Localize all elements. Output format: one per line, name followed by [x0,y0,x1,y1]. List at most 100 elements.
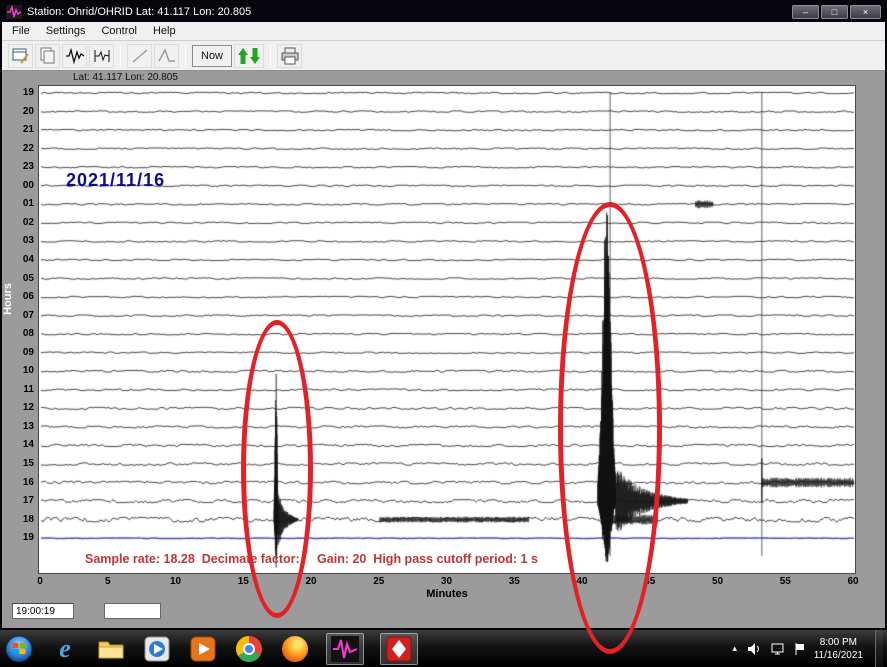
file-explorer-icon[interactable] [96,634,126,664]
waveform-view-button[interactable] [62,44,87,68]
print-icon [280,47,300,65]
minute-label: 55 [771,576,799,587]
clock-time: 8:00 PM [814,636,863,649]
minute-label: 0 [26,576,54,587]
green-up-down-arrows-icon [237,47,261,65]
show-desktop-button[interactable] [875,630,883,667]
hour-label: 08 [23,328,34,339]
minute-label: 35 [500,576,528,587]
copy-page-button[interactable] [35,44,60,68]
orange-player-icon[interactable] [188,634,218,664]
toolbar-separator [185,45,186,67]
hour-label: 18 [23,514,34,525]
minute-label: 30 [433,576,461,587]
close-button[interactable]: × [850,5,881,19]
hour-label: 17 [23,495,34,506]
menu-settings[interactable]: Settings [38,23,94,39]
chrome-icon[interactable] [234,634,264,664]
minimize-button[interactable]: – [792,5,819,19]
minutes-axis-title: Minutes [38,588,856,600]
acquisition-info-label: Sample rate: 18.28 Decimate factor: Gain… [85,552,538,566]
hour-label: 19 [23,532,34,543]
hour-label: 00 [23,180,34,191]
seismograph-app-icon [331,636,359,662]
internet-explorer-icon[interactable]: e [50,634,80,664]
hour-label: 16 [23,477,34,488]
new-station-window-button[interactable] [8,44,33,68]
copy-page-icon [38,46,58,66]
start-button[interactable] [4,634,34,664]
window-title: Station: Ohrid/OHRID Lat: 41.117 Lon: 20… [27,6,787,18]
minute-label: 60 [839,576,867,587]
seismograph-app-button[interactable] [326,633,364,665]
hour-label: 09 [23,347,34,358]
firefox-icon[interactable] [280,634,310,664]
windows-orb-icon [5,635,33,663]
hour-label: 22 [23,143,34,154]
menubar: File Settings Control Help [2,22,885,41]
slope-tool-button[interactable] [127,44,152,68]
app-window: Station: Ohrid/OHRID Lat: 41.117 Lon: 20… [0,0,887,630]
hour-label: 13 [23,421,34,432]
toolbar: Now [2,41,885,71]
station-window-icon [11,46,31,66]
hour-label: 12 [23,402,34,413]
trace-window-icon [92,46,112,66]
now-button[interactable]: Now [192,45,232,67]
hour-label: 10 [23,365,34,376]
hour-label: 21 [23,124,34,135]
action-center-flag-icon[interactable] [793,642,806,656]
waveform-icon [65,46,85,66]
print-button[interactable] [277,44,302,68]
diagonal-line-icon [130,46,150,66]
toolbar-separator [120,45,121,67]
red-diamond-app-icon [386,636,412,662]
clock-date: 11/16/2021 [814,649,863,662]
scroll-up-down-button[interactable] [234,44,264,68]
record-time-field[interactable] [12,603,74,619]
minute-label: 5 [94,576,122,587]
taskbar: e ▲ 8:00 [0,630,887,667]
toolbar-separator [270,45,271,67]
trace-canvas [39,86,857,575]
hour-axis: 1920212223000102030405060708091011121314… [2,85,36,574]
minute-axis: 051015202530354045505560 [38,576,856,588]
media-player-icon[interactable] [142,634,172,664]
hour-label: 19 [23,87,34,98]
hour-label: 11 [23,384,34,395]
network-icon[interactable] [770,642,785,656]
helicorder-chart[interactable]: 2021/11/16 Sample rate: 18.28 Decimate f… [38,85,856,574]
menu-file[interactable]: File [4,23,38,39]
app-icon [6,5,22,19]
menu-control[interactable]: Control [93,23,144,39]
secondary-field[interactable] [104,603,161,619]
minute-label: 45 [636,576,664,587]
hour-label: 01 [23,198,34,209]
peak-tool-button[interactable] [154,44,179,68]
red-app-button[interactable] [380,633,418,665]
hour-label: 20 [23,106,34,117]
minute-label: 20 [297,576,325,587]
peak-curve-icon [157,46,177,66]
titlebar[interactable]: Station: Ohrid/OHRID Lat: 41.117 Lon: 20… [2,2,885,22]
hour-label: 15 [23,458,34,469]
maximize-button[interactable]: □ [821,5,848,19]
client-area: Lat: 41.117 Lon: 20.805 Hours 1920212223… [2,71,885,628]
trace-window-button[interactable] [89,44,114,68]
hour-label: 06 [23,291,34,302]
coordinates-label: Lat: 41.117 Lon: 20.805 [73,72,178,83]
hour-label: 07 [23,310,34,321]
menu-help[interactable]: Help [145,23,184,39]
minute-label: 50 [704,576,732,587]
volume-icon[interactable] [747,642,762,656]
minute-label: 25 [365,576,393,587]
hour-label: 05 [23,273,34,284]
hour-label: 04 [23,254,34,265]
minute-label: 15 [229,576,257,587]
window-controls: – □ × [792,5,881,19]
hour-label: 14 [23,439,34,450]
hidden-icons-chevron[interactable]: ▲ [731,644,739,653]
hour-label: 23 [23,161,34,172]
taskbar-clock[interactable]: 8:00 PM 11/16/2021 [814,636,863,662]
hour-label: 02 [23,217,34,228]
